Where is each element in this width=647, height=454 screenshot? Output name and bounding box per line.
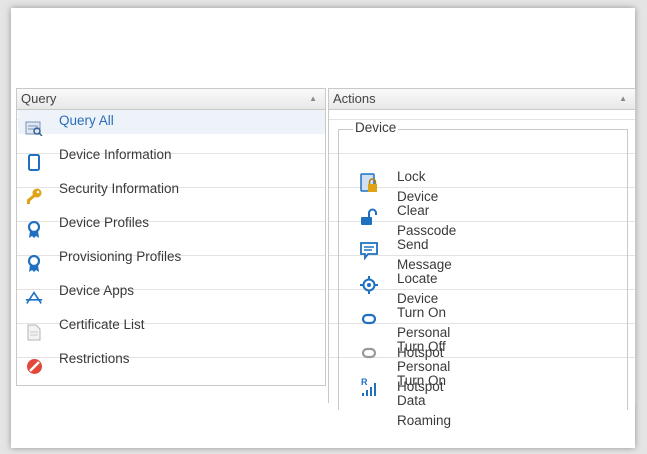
query-item-restrictions[interactable]: Restrictions bbox=[22, 349, 325, 383]
collapse-icon[interactable]: ▲ bbox=[309, 89, 317, 109]
actions-panel-header[interactable]: Actions ▲ bbox=[329, 89, 635, 110]
crosshair-icon bbox=[359, 275, 379, 295]
query-all-icon bbox=[25, 119, 43, 137]
query-item-device-information[interactable]: Device Information bbox=[22, 145, 325, 179]
unlock-icon bbox=[359, 207, 379, 227]
query-item-certificate-list[interactable]: Certificate List bbox=[22, 315, 325, 349]
query-item-label: Device Apps bbox=[59, 283, 135, 298]
svg-text:R: R bbox=[361, 377, 368, 387]
actions-panel: Actions ▲ Device Lock Device Clear Passc… bbox=[328, 88, 636, 428]
query-item-label: Security Information bbox=[59, 181, 180, 196]
query-panel-title: Query bbox=[21, 91, 57, 106]
screenshot-sheet: Query ▲ Query All Device Information Sec… bbox=[11, 8, 636, 448]
query-item-label: Provisioning Profiles bbox=[59, 249, 182, 264]
lock-device-icon bbox=[359, 173, 379, 193]
ribbon-icon bbox=[25, 255, 43, 273]
turn-on-data-roaming-label: Turn On Data Roaming bbox=[397, 373, 452, 428]
query-item-security-information[interactable]: Security Information bbox=[22, 179, 325, 213]
key-icon bbox=[25, 187, 43, 205]
device-icon bbox=[25, 153, 43, 171]
device-actions-group bbox=[338, 129, 628, 410]
ribbon-icon bbox=[25, 221, 43, 239]
query-item-device-profiles[interactable]: Device Profiles bbox=[22, 213, 325, 247]
actions-panel-title: Actions bbox=[333, 91, 376, 106]
query-item-device-apps[interactable]: Device Apps bbox=[22, 281, 325, 315]
apps-icon bbox=[25, 289, 43, 307]
query-item-label: Device Profiles bbox=[59, 215, 150, 230]
device-group-label: Device bbox=[353, 120, 399, 135]
message-icon bbox=[359, 241, 379, 261]
hotspot-on-icon bbox=[359, 309, 379, 329]
query-item-label: Certificate List bbox=[59, 317, 145, 332]
query-panel-header[interactable]: Query ▲ bbox=[17, 89, 325, 110]
query-item-label: Restrictions bbox=[59, 351, 130, 366]
roaming-icon: R bbox=[359, 377, 379, 397]
no-entry-icon bbox=[25, 357, 43, 375]
hotspot-off-icon bbox=[359, 343, 379, 363]
query-menu: Query All Device Information Security In… bbox=[18, 110, 325, 383]
query-item-query-all[interactable]: Query All bbox=[18, 110, 325, 145]
document-icon bbox=[25, 323, 43, 341]
query-panel: Query ▲ Query All Device Information Sec… bbox=[16, 88, 326, 386]
query-item-label: Device Information bbox=[59, 147, 172, 162]
query-item-label: Query All bbox=[59, 113, 114, 128]
collapse-icon[interactable]: ▲ bbox=[619, 89, 627, 109]
query-item-provisioning-profiles[interactable]: Provisioning Profiles bbox=[22, 247, 325, 281]
